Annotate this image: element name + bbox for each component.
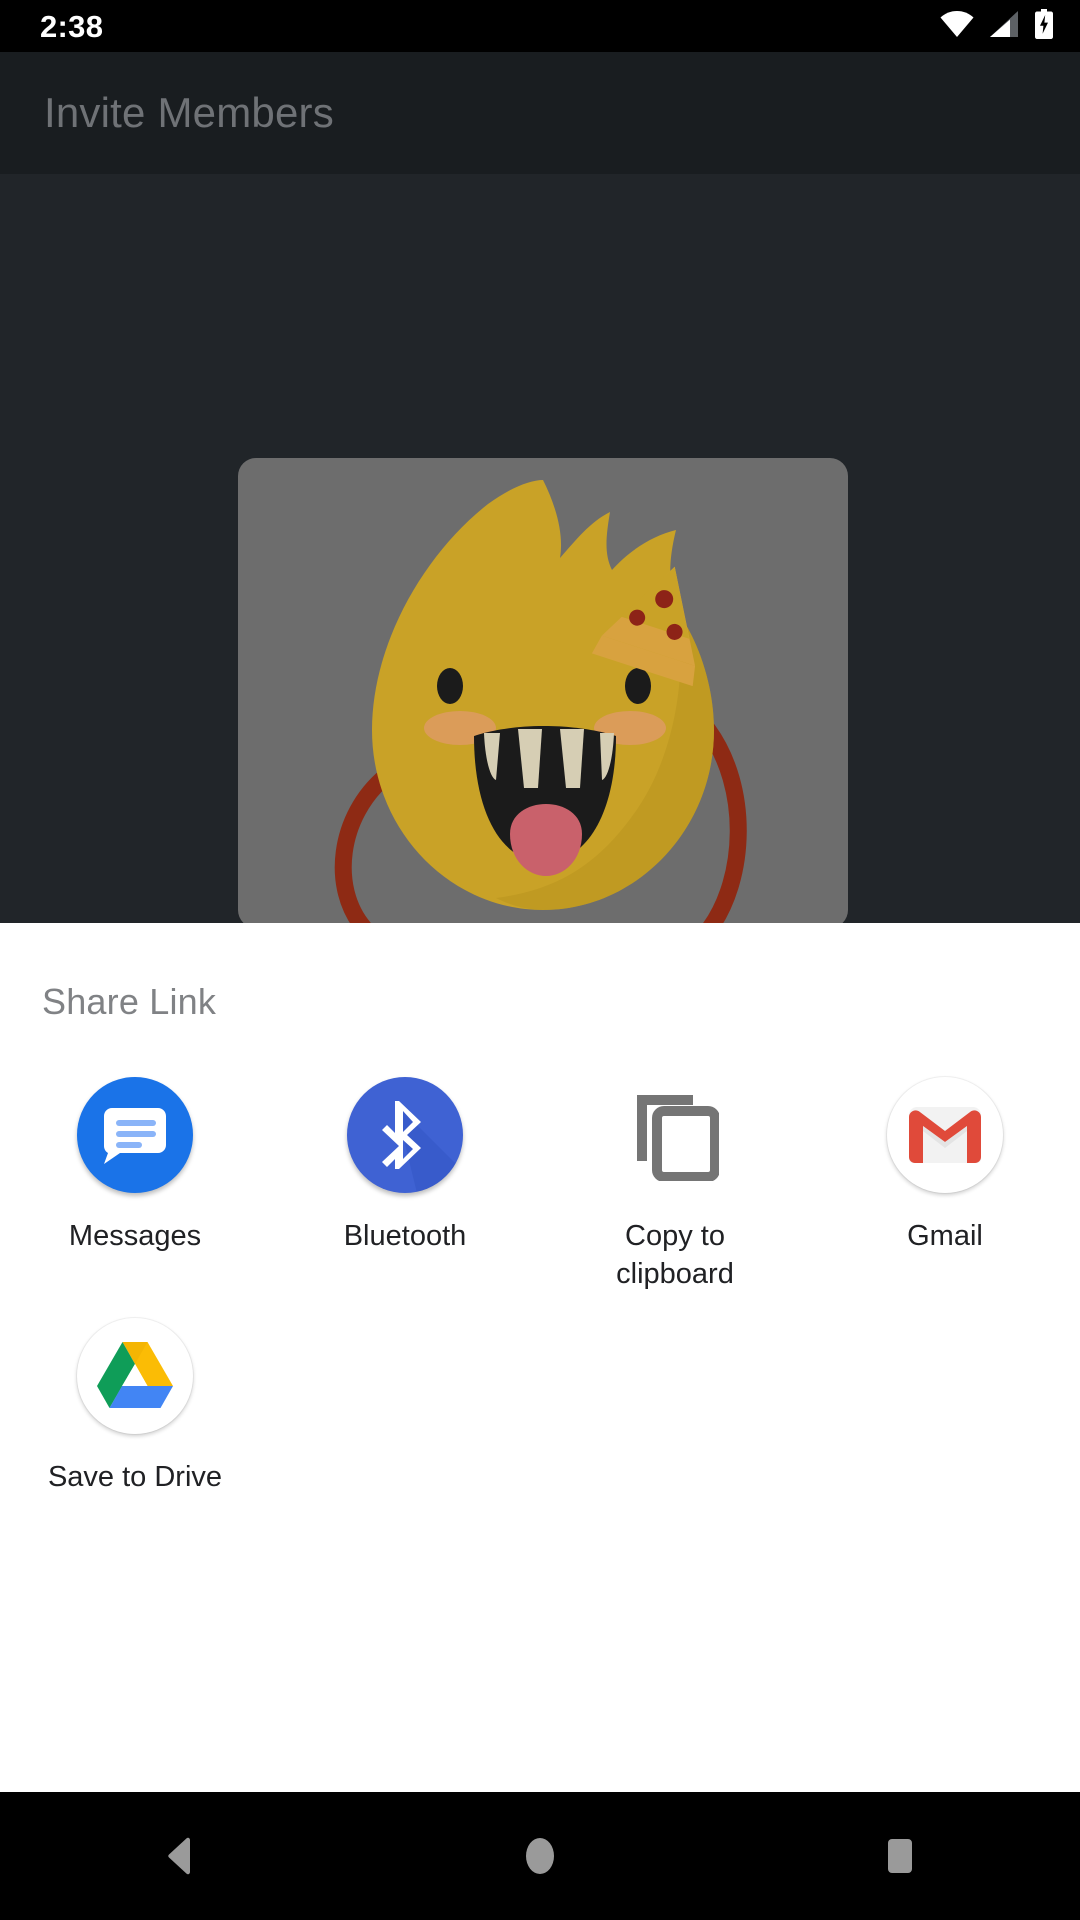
navigation-bar	[0, 1792, 1080, 1920]
back-button[interactable]	[100, 1792, 260, 1920]
page-title: Invite Members	[44, 89, 334, 136]
share-sheet-title: Share Link	[42, 981, 217, 1022]
battery-charging-icon	[1034, 8, 1054, 44]
google-drive-icon	[75, 1316, 195, 1436]
status-bar-icons	[940, 8, 1054, 44]
home-button[interactable]	[460, 1792, 620, 1920]
monster-illustration-card	[238, 458, 848, 928]
status-bar: 2:38	[0, 0, 1080, 52]
share-bottom-sheet: Share Link Messages Bluetooth Copy to cl…	[0, 923, 1080, 1792]
share-target-grid: Messages Bluetooth Copy to clipboard Gma…	[0, 1053, 1080, 1496]
app-toolbar: Invite Members	[0, 52, 1080, 174]
share-target-label: Messages	[68, 1220, 202, 1252]
share-target-save-to-drive[interactable]: Save to Drive	[0, 1294, 270, 1496]
back-triangle-icon	[168, 1837, 190, 1875]
status-bar-clock: 2:38	[40, 8, 104, 44]
share-target-bluetooth[interactable]: Bluetooth	[270, 1053, 540, 1294]
share-target-label: Bluetooth	[343, 1220, 467, 1252]
share-target-label: Copy to clipboard	[616, 1220, 734, 1291]
share-target-label: Save to Drive	[47, 1460, 223, 1493]
recents-button[interactable]	[820, 1792, 980, 1920]
share-target-gmail[interactable]: Gmail	[810, 1053, 1080, 1294]
share-target-copy-to-clipboard[interactable]: Copy to clipboard	[540, 1053, 810, 1294]
share-target-messages[interactable]: Messages	[0, 1053, 270, 1294]
phone-screen: 2:38 Invite Members Share Link Messages …	[0, 0, 1080, 1920]
messages-icon	[75, 1075, 195, 1195]
wifi-icon	[940, 10, 974, 43]
copy-to-clipboard-icon	[615, 1075, 735, 1195]
recents-square-icon	[888, 1839, 912, 1873]
share-target-label: Gmail	[907, 1220, 983, 1252]
cellular-signal-icon	[988, 10, 1020, 43]
home-circle-icon	[526, 1838, 554, 1874]
gmail-icon	[885, 1075, 1005, 1195]
bluetooth-icon	[345, 1075, 465, 1195]
